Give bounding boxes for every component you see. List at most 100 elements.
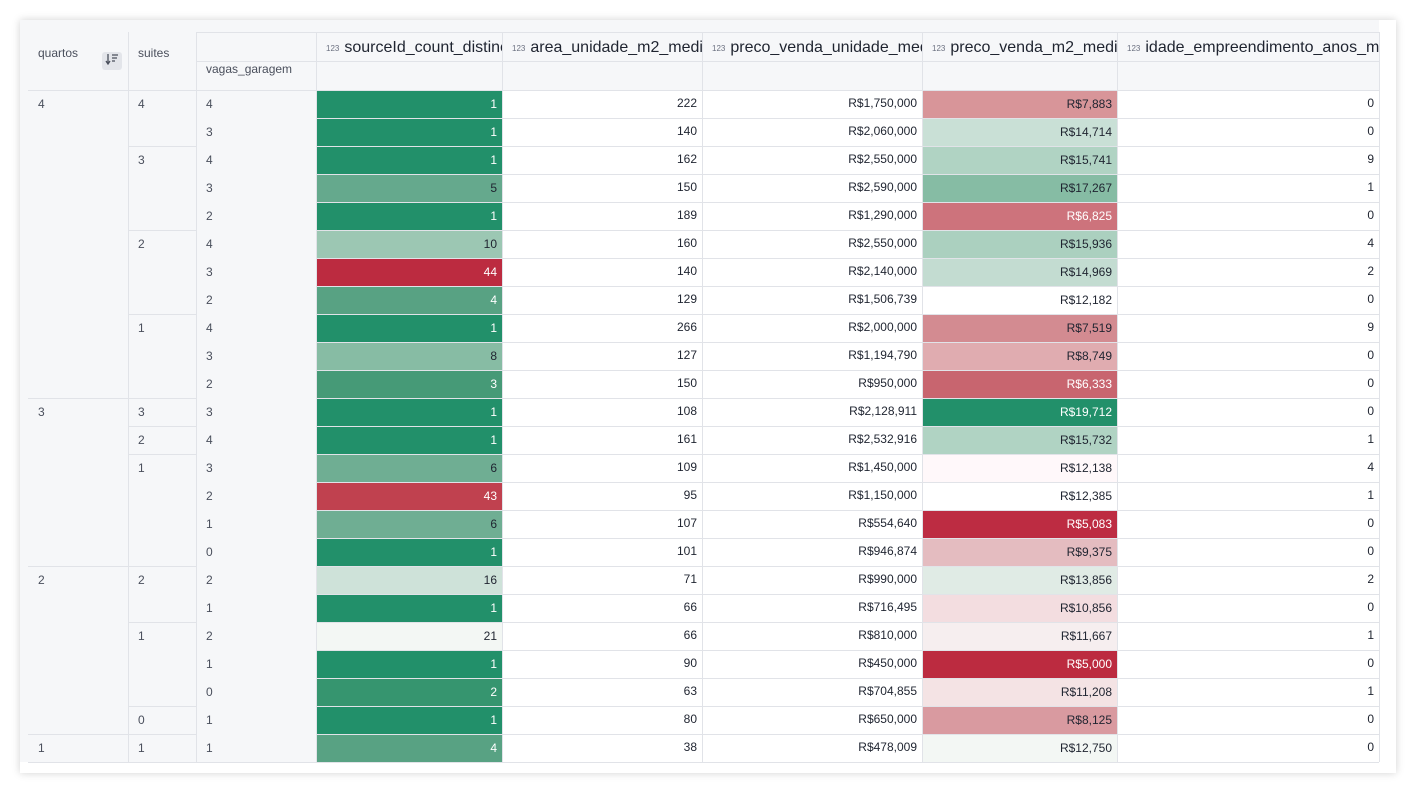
table-cell-area: 66 (683, 600, 697, 614)
table-cell-preco: R$704,855 (858, 684, 917, 698)
table-cell-preco: R$946,874 (858, 544, 917, 558)
table-cell-preco-m2: R$12,385 (923, 483, 1117, 510)
row-header-vagas: 2 (196, 622, 316, 650)
row-header-suites: 3 (128, 398, 196, 426)
group-divider (128, 314, 196, 315)
table-cell-idade: 0 (1367, 376, 1374, 390)
table-cell-preco-m2: R$9,375 (923, 539, 1117, 566)
table-cell-preco: R$2,000,000 (848, 320, 917, 334)
column-header-vagas-garagem[interactable]: vagas_garagem (196, 62, 316, 76)
row-header-vagas: 1 (196, 734, 316, 762)
column-header-suites[interactable]: suites (128, 46, 196, 60)
metric-header-label: sourceId_count_distinct (344, 39, 502, 56)
row-header-vagas: 2 (196, 482, 316, 510)
table-cell-idade: 1 (1367, 488, 1374, 502)
column-divider (316, 32, 317, 762)
table-cell-preco: R$2,128,911 (849, 404, 917, 418)
column-divider (922, 32, 923, 762)
table-cell-area: 63 (683, 684, 697, 698)
metric-header-label: idade_empreendimento_anos_median (1145, 39, 1379, 56)
table-cell-preco-m2: R$19,712 (923, 399, 1117, 426)
row-header-suites: 2 (128, 566, 196, 594)
row-header-vagas: 1 (196, 706, 316, 734)
column-divider (702, 32, 703, 762)
table-cell-count: 6 (317, 455, 502, 482)
table-cell-count: 1 (317, 707, 502, 734)
table-cell-preco-m2: R$14,969 (923, 259, 1117, 286)
table-cell-count: 1 (317, 651, 502, 678)
table-cell-preco: R$950,000 (858, 376, 917, 390)
metric-header-label: area_unidade_m2_median (530, 39, 702, 56)
table-cell-area: 66 (683, 628, 697, 642)
table-cell-idade: 4 (1367, 460, 1374, 474)
table-cell-count: 16 (317, 567, 502, 594)
row-header-vagas: 3 (196, 342, 316, 370)
table-cell-area: 107 (676, 516, 697, 530)
column-header-metric[interactable]: 123 preco_venda_m2_median (922, 34, 1117, 63)
table-cell-count: 44 (317, 259, 502, 286)
table-cell-preco-m2: R$12,138 (923, 455, 1117, 482)
table-cell-preco: R$1,450,000 (848, 460, 917, 474)
table-cell-preco: R$990,000 (858, 572, 917, 586)
table-cell-count: 1 (317, 203, 502, 230)
group-divider (128, 706, 196, 707)
column-header-metric[interactable]: 123 preco_venda_unidade_median (702, 34, 922, 63)
table-cell-count: 4 (317, 735, 502, 762)
metric-header-label: preco_venda_m2_median (950, 39, 1117, 56)
table-cell-count: 1 (317, 119, 502, 146)
table-cell-area: 162 (676, 152, 697, 166)
number-type-icon: 123 (1127, 44, 1141, 53)
table-cell-idade: 0 (1367, 208, 1374, 222)
row-header-vagas: 2 (196, 566, 316, 594)
table-cell-count: 43 (317, 483, 502, 510)
table-cell-preco: R$450,000 (858, 656, 917, 670)
table-cell-idade: 9 (1367, 320, 1374, 334)
row-header-suites: 4 (128, 90, 196, 118)
table-cell-count: 1 (317, 147, 502, 174)
table-cell-count: 1 (317, 595, 502, 622)
table-cell-preco: R$478,009 (858, 740, 917, 754)
row-header-quartos: 1 (28, 734, 128, 762)
column-divider (196, 32, 197, 762)
table-cell-preco: R$2,590,000 (848, 180, 917, 194)
row-header-suites: 1 (128, 622, 196, 650)
metric-header-label: preco_venda_unidade_median (730, 39, 922, 56)
table-cell-count: 1 (317, 315, 502, 342)
table-cell-idade: 0 (1367, 600, 1374, 614)
row-header-vagas: 2 (196, 370, 316, 398)
table-cell-preco: R$2,550,000 (848, 236, 917, 250)
table-cell-area: 108 (676, 404, 697, 418)
table-cell-preco-m2: R$11,208 (923, 679, 1117, 706)
group-divider (128, 454, 196, 455)
table-cell-preco-m2: R$8,125 (923, 707, 1117, 734)
table-cell-count: 3 (317, 371, 502, 398)
table-cell-count: 10 (317, 231, 502, 258)
table-cell-preco-m2: R$13,856 (923, 567, 1117, 594)
table-cell-preco-m2: R$17,267 (923, 175, 1117, 202)
table-cell-idade: 0 (1367, 96, 1374, 110)
table-cell-count: 1 (317, 91, 502, 118)
table-cell-area: 161 (676, 432, 697, 446)
table-cell-count: 4 (317, 287, 502, 314)
column-header-metric[interactable]: 123 idade_empreendimento_anos_median (1117, 34, 1379, 63)
sort-descending-icon[interactable] (102, 52, 122, 70)
table-cell-preco: R$2,532,916 (848, 432, 917, 446)
row-header-vagas: 4 (196, 230, 316, 258)
table-cell-count: 1 (317, 427, 502, 454)
table-cell-preco-m2: R$12,182 (923, 287, 1117, 314)
header-divider (196, 32, 1379, 33)
column-header-metric[interactable]: 123 sourceId_count_distinct (316, 34, 502, 63)
row-header-vagas: 1 (196, 510, 316, 538)
table-cell-count: 21 (317, 623, 502, 650)
column-header-metric[interactable]: 123 area_unidade_m2_median (502, 34, 702, 63)
group-divider (128, 426, 196, 427)
table-cell-preco-m2: R$7,883 (923, 91, 1117, 118)
row-header-vagas: 4 (196, 90, 316, 118)
row-header-suites: 0 (128, 706, 196, 734)
table-cell-preco-m2: R$12,750 (923, 735, 1117, 762)
pivot-table-panel: quartos suites vagas_garagem 123 sourceId_co… (20, 20, 1396, 773)
table-cell-preco: R$810,000 (858, 628, 917, 642)
table-cell-area: 266 (676, 320, 697, 334)
table-cell-preco: R$2,060,000 (848, 124, 917, 138)
table-cell-area: 90 (683, 656, 697, 670)
